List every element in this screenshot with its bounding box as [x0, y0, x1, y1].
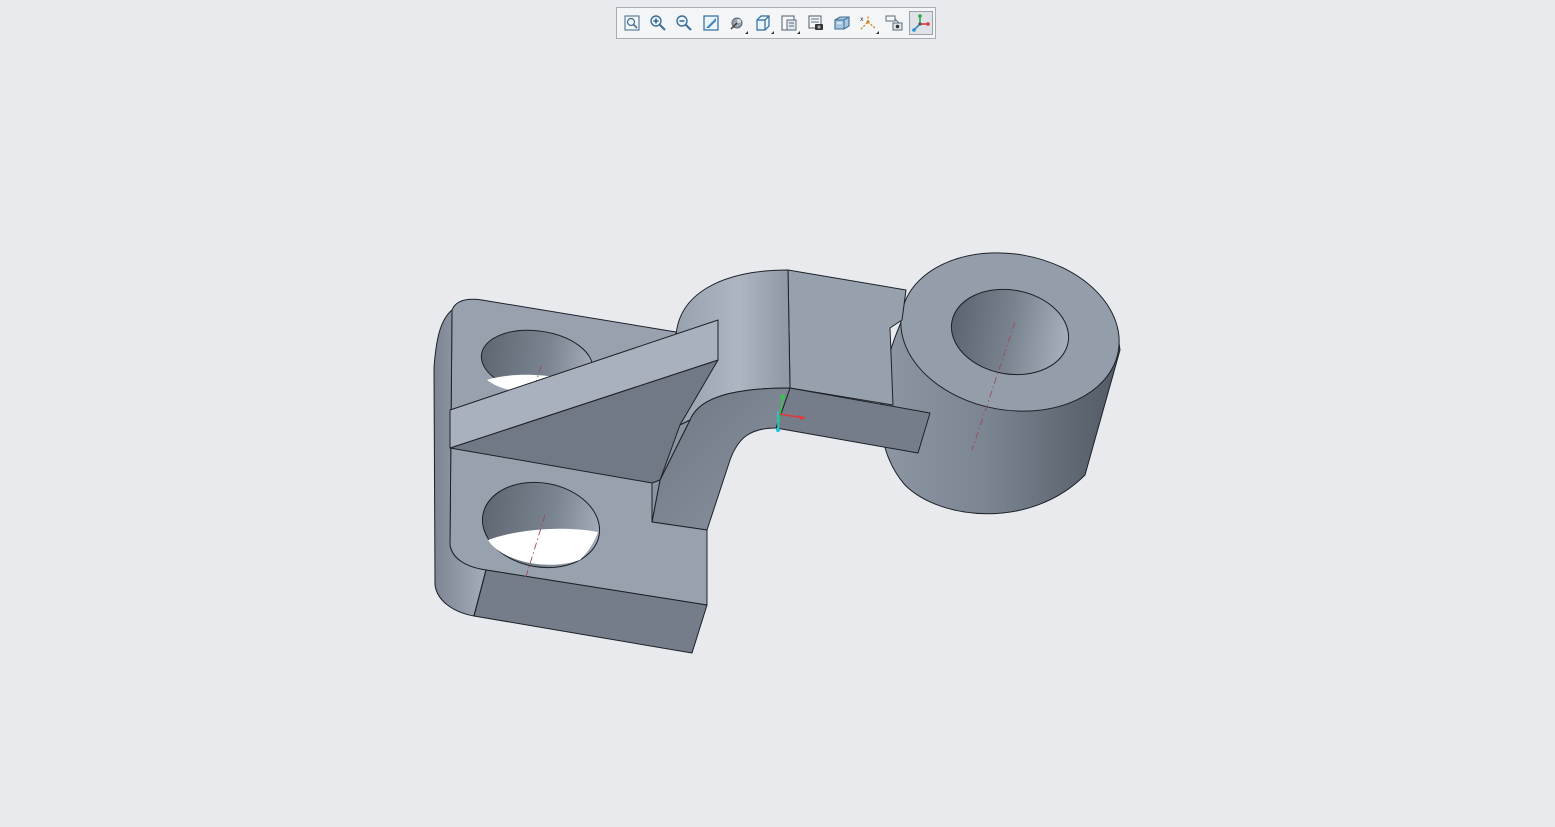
csys-y-marker [780, 394, 786, 400]
right-boss[interactable] [880, 236, 1131, 515]
part-model[interactable] [0, 0, 1555, 827]
graphics-window[interactable]: x [0, 0, 1555, 827]
csys-origin [775, 427, 781, 433]
